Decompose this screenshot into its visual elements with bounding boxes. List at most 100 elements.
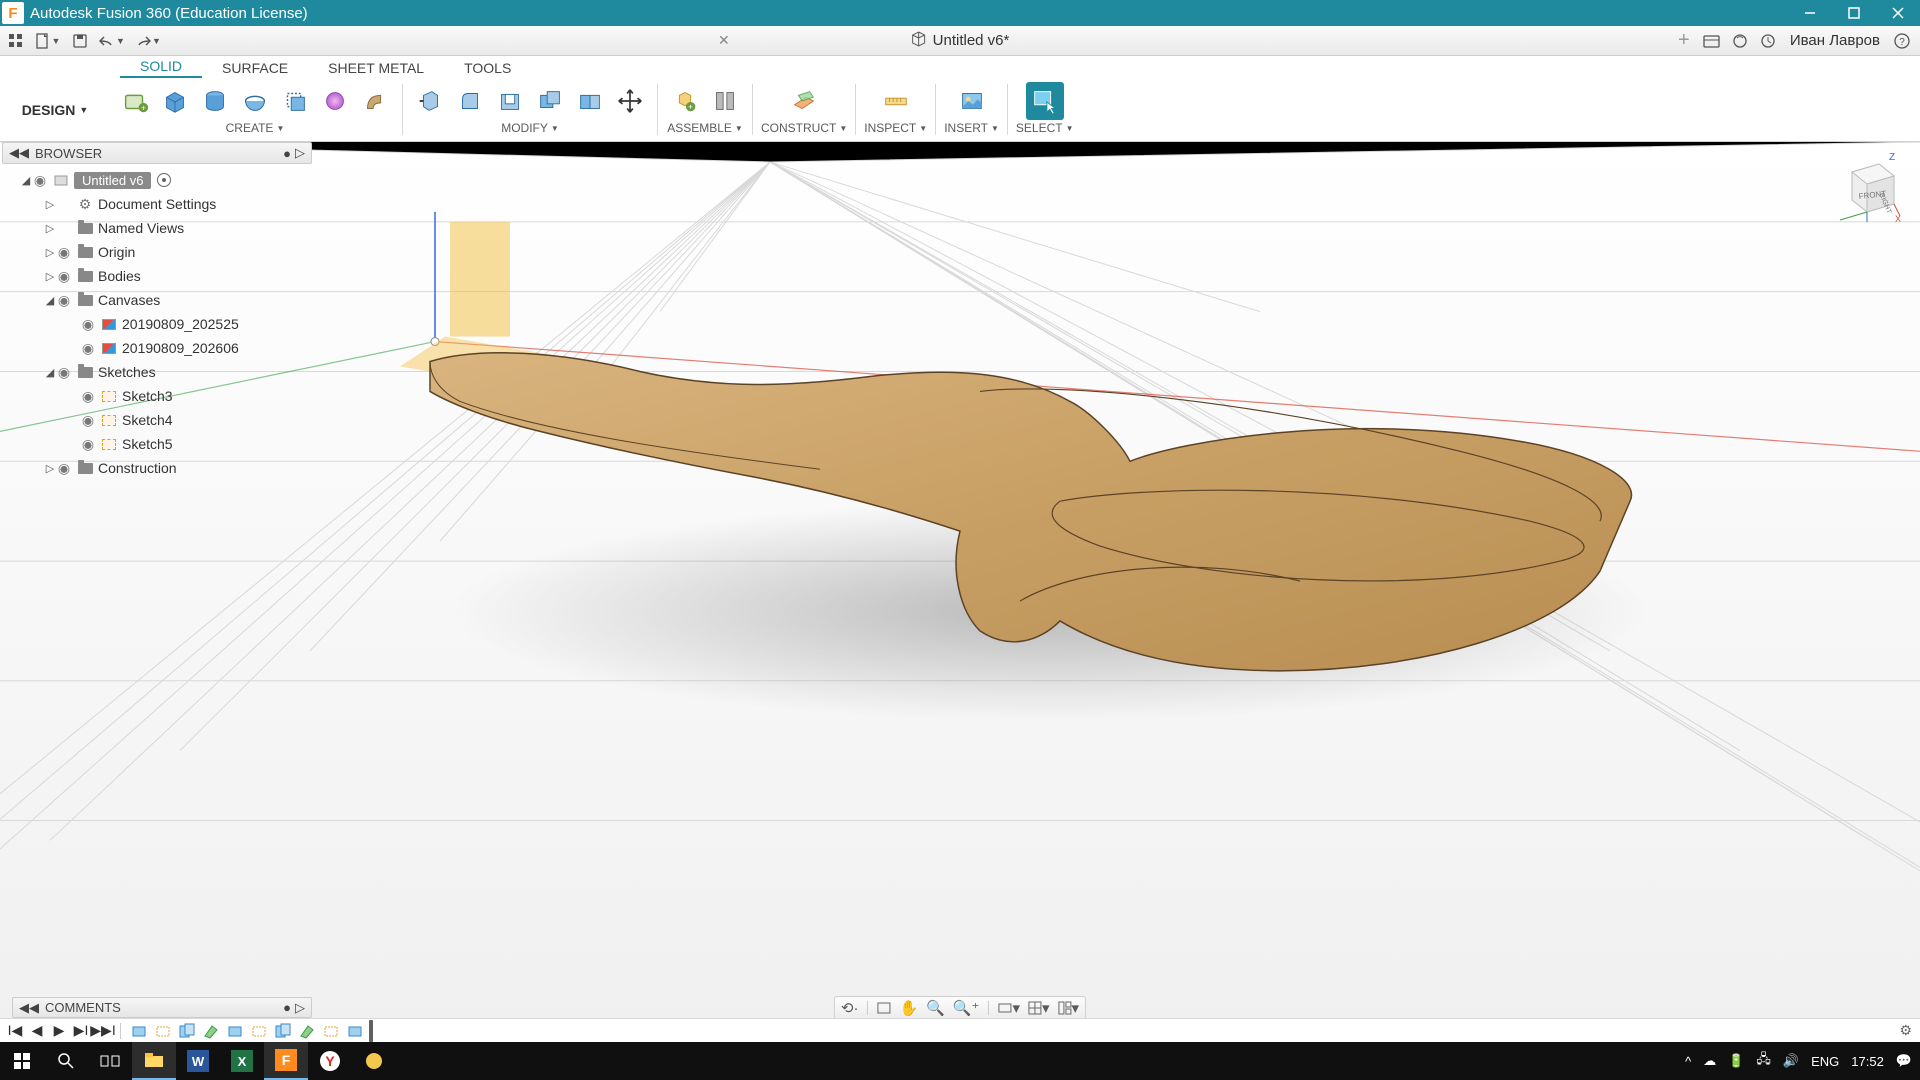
- tool-sketch[interactable]: +: [116, 82, 154, 120]
- redo-button[interactable]: ▼: [132, 29, 164, 53]
- undo-button[interactable]: ▼: [96, 29, 128, 53]
- workspace-switcher[interactable]: DESIGN▼: [0, 78, 110, 141]
- tool-shell[interactable]: [491, 82, 529, 120]
- taskbar-word[interactable]: W: [176, 1042, 220, 1080]
- tree-canvas-2[interactable]: ◉20190809_202606: [2, 336, 312, 360]
- tree-bodies[interactable]: ▷◉Bodies: [2, 264, 312, 288]
- search-button[interactable]: [44, 1042, 88, 1080]
- visibility-icon[interactable]: ◉: [80, 316, 96, 333]
- tray-language[interactable]: ENG: [1811, 1054, 1839, 1069]
- tool-loft[interactable]: [316, 82, 354, 120]
- timeline-feature[interactable]: [177, 1021, 197, 1041]
- visibility-icon[interactable]: ◉: [56, 364, 72, 381]
- timeline-end-button[interactable]: ▶▶I: [94, 1022, 112, 1040]
- tab-close-button[interactable]: ✕: [718, 32, 730, 49]
- visibility-icon[interactable]: ◉: [32, 172, 48, 189]
- tool-select[interactable]: [1026, 82, 1064, 120]
- visibility-icon[interactable]: ◉: [80, 340, 96, 357]
- timeline-feature[interactable]: [273, 1021, 293, 1041]
- tray-battery-icon[interactable]: 🔋: [1728, 1053, 1744, 1069]
- file-menu-button[interactable]: ▼: [32, 29, 64, 53]
- group-construct-label[interactable]: CONSTRUCT▼: [761, 120, 847, 135]
- timeline-forward-button[interactable]: ▶I: [72, 1022, 90, 1040]
- data-panel-button[interactable]: [4, 29, 28, 53]
- browser-settings-dot-icon[interactable]: ●: [283, 146, 291, 161]
- tree-sketch3[interactable]: ◉Sketch3: [2, 384, 312, 408]
- timeline-feature[interactable]: [129, 1021, 149, 1041]
- visibility-icon[interactable]: ◉: [56, 460, 72, 477]
- tool-insert[interactable]: [953, 82, 991, 120]
- tool-fillet[interactable]: [451, 82, 489, 120]
- maximize-button[interactable]: [1832, 0, 1876, 26]
- tool-combine[interactable]: [531, 82, 569, 120]
- taskbar-app[interactable]: [352, 1042, 396, 1080]
- tab-solid[interactable]: SOLID: [120, 56, 202, 78]
- visibility-icon[interactable]: ◉: [56, 244, 72, 261]
- tree-canvas-1[interactable]: ◉20190809_202525: [2, 312, 312, 336]
- visibility-icon[interactable]: ◉: [80, 436, 96, 453]
- comments-panel-header[interactable]: ◀◀ COMMENTS ●▷: [12, 997, 312, 1018]
- tool-revolve[interactable]: [236, 82, 274, 120]
- tab-tools[interactable]: TOOLS: [444, 58, 531, 78]
- timeline-feature[interactable]: [201, 1021, 221, 1041]
- new-design-button[interactable]: +: [1670, 27, 1698, 55]
- tray-notifications-icon[interactable]: 💬: [1896, 1053, 1912, 1069]
- timeline-play-button[interactable]: ▶: [50, 1022, 68, 1040]
- grid-settings-button[interactable]: ▾: [1028, 999, 1050, 1017]
- tab-surface[interactable]: SURFACE: [202, 58, 308, 78]
- tray-network-icon[interactable]: 🖧: [1756, 1050, 1771, 1072]
- minimize-button[interactable]: [1788, 0, 1832, 26]
- fit-button[interactable]: 🔍⁺: [953, 999, 980, 1017]
- taskbar-yandex[interactable]: Y: [308, 1042, 352, 1080]
- help-button[interactable]: ?: [1888, 27, 1916, 55]
- timeline-feature[interactable]: [153, 1021, 173, 1041]
- tree-sketches[interactable]: ◢◉Sketches: [2, 360, 312, 384]
- timeline-feature[interactable]: [249, 1021, 269, 1041]
- tree-named-views[interactable]: ▷Named Views: [2, 216, 312, 240]
- taskbar-excel[interactable]: X: [220, 1042, 264, 1080]
- browser-collapse-icon[interactable]: ▷: [295, 145, 305, 161]
- timeline-settings-button[interactable]: ⚙: [1899, 1022, 1912, 1039]
- group-insert-label[interactable]: INSERT▼: [944, 120, 999, 135]
- tool-draft[interactable]: [571, 82, 609, 120]
- tree-construction[interactable]: ▷◉Construction: [2, 456, 312, 480]
- zoom-button[interactable]: 🔍: [926, 999, 945, 1017]
- user-name[interactable]: Иван Лавров: [1790, 32, 1880, 49]
- visibility-icon[interactable]: ◉: [80, 412, 96, 429]
- tool-measure[interactable]: [877, 82, 915, 120]
- expand-arrow-icon[interactable]: ◢: [20, 174, 32, 187]
- timeline-start-button[interactable]: I◀: [6, 1022, 24, 1040]
- tool-presspull[interactable]: [411, 82, 449, 120]
- group-inspect-label[interactable]: INSPECT▼: [864, 120, 927, 135]
- visibility-icon[interactable]: ◉: [80, 388, 96, 405]
- visibility-icon[interactable]: ◉: [56, 268, 72, 285]
- visibility-icon[interactable]: ◉: [56, 292, 72, 309]
- tree-document-settings[interactable]: ▷⚙Document Settings: [2, 192, 312, 216]
- job-status-icon[interactable]: [1726, 27, 1754, 55]
- tool-extrude[interactable]: [196, 82, 234, 120]
- view-cube[interactable]: Z FRONT RIGHT X: [1832, 150, 1902, 230]
- group-select-label[interactable]: SELECT▼: [1016, 120, 1074, 135]
- group-modify-label[interactable]: MODIFY▼: [501, 120, 559, 135]
- tray-expand-icon[interactable]: ^: [1685, 1054, 1691, 1069]
- tool-sweep[interactable]: [276, 82, 314, 120]
- taskbar-explorer[interactable]: [132, 1042, 176, 1080]
- look-at-button[interactable]: [876, 1001, 892, 1015]
- display-settings-button[interactable]: ▾: [996, 999, 1020, 1017]
- notifications-icon[interactable]: [1754, 27, 1782, 55]
- viewport-settings-button[interactable]: ▾: [1058, 999, 1080, 1017]
- tray-volume-icon[interactable]: 🔊: [1783, 1053, 1799, 1069]
- start-button[interactable]: [0, 1042, 44, 1080]
- tree-sketch5[interactable]: ◉Sketch5: [2, 432, 312, 456]
- tray-cloud-icon[interactable]: ☁: [1703, 1053, 1716, 1069]
- activate-target-icon[interactable]: [157, 173, 171, 187]
- task-view-button[interactable]: [88, 1042, 132, 1080]
- group-create-label[interactable]: CREATE▼: [226, 120, 285, 135]
- taskbar-fusion[interactable]: F: [264, 1042, 308, 1080]
- browser-header[interactable]: ◀◀ BROWSER ●▷: [2, 142, 312, 164]
- tree-sketch4[interactable]: ◉Sketch4: [2, 408, 312, 432]
- tool-box[interactable]: [156, 82, 194, 120]
- tool-move[interactable]: [611, 82, 649, 120]
- tool-rib[interactable]: [356, 82, 394, 120]
- timeline-feature[interactable]: [225, 1021, 245, 1041]
